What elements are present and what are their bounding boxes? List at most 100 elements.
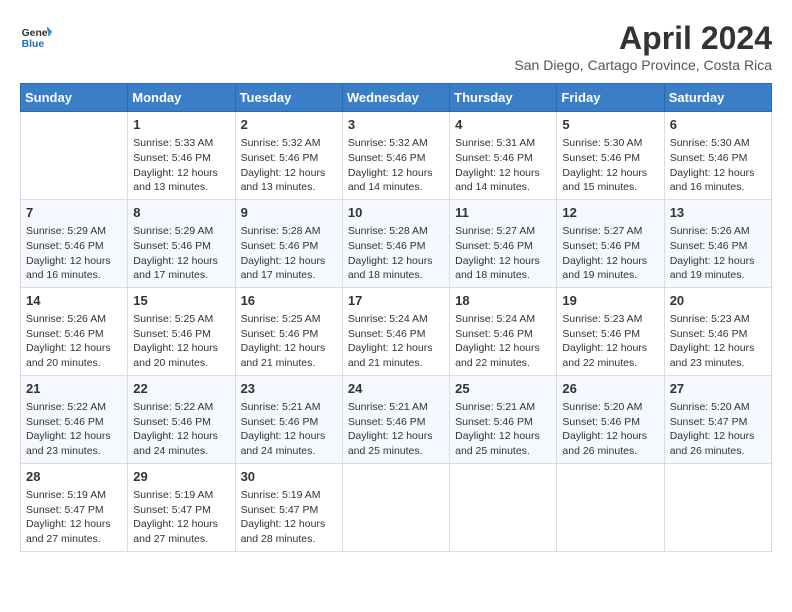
day-number: 27 <box>670 380 766 398</box>
day-number: 24 <box>348 380 444 398</box>
calendar-title: April 2024 <box>514 20 772 57</box>
day-info: Sunrise: 5:30 AMSunset: 5:46 PMDaylight:… <box>670 136 766 195</box>
title-area: April 2024 San Diego, Cartago Province, … <box>514 20 772 73</box>
calendar-cell: 1 Sunrise: 5:33 AMSunset: 5:46 PMDaylight… <box>128 112 235 200</box>
calendar-cell: 17 Sunrise: 5:24 AMSunset: 5:46 PMDayligh… <box>342 287 449 375</box>
calendar-cell: 3Sunrise: 5:32 AMSunset: 5:46 PMDaylight… <box>342 112 449 200</box>
day-info: Sunrise: 5:19 AMSunset: 5:47 PMDaylight:… <box>241 488 337 547</box>
calendar-cell: 6 Sunrise: 5:30 AMSunset: 5:46 PMDaylight… <box>664 112 771 200</box>
weekday-header-tuesday: Tuesday <box>235 84 342 112</box>
calendar-cell: 10Sunrise: 5:28 AMSunset: 5:46 PMDayligh… <box>342 199 449 287</box>
day-number: 30 <box>241 468 337 486</box>
day-info: Sunrise: 5:32 AMSunset: 5:46 PMDaylight:… <box>241 136 337 195</box>
calendar-cell: 8 Sunrise: 5:29 AMSunset: 5:46 PMDaylight… <box>128 199 235 287</box>
day-number: 10 <box>348 204 444 222</box>
day-info: Sunrise: 5:22 AMSunset: 5:46 PMDaylight:… <box>133 400 229 459</box>
day-number: 6 <box>670 116 766 134</box>
day-info: Sunrise: 5:28 AMSunset: 5:46 PMDaylight:… <box>241 224 337 283</box>
calendar-cell: 20 Sunrise: 5:23 AMSunset: 5:46 PMDayligh… <box>664 287 771 375</box>
day-number: 16 <box>241 292 337 310</box>
weekday-header-monday: Monday <box>128 84 235 112</box>
calendar-cell: 23 Sunrise: 5:21 AMSunset: 5:46 PMDayligh… <box>235 375 342 463</box>
calendar-cell: 26Sunrise: 5:20 AMSunset: 5:46 PMDayligh… <box>557 375 664 463</box>
day-info: Sunrise: 5:22 AMSunset: 5:46 PMDaylight:… <box>26 400 122 459</box>
calendar-week-row: 21Sunrise: 5:22 AMSunset: 5:46 PMDayligh… <box>21 375 772 463</box>
day-info: Sunrise: 5:27 AMSunset: 5:46 PMDaylight:… <box>455 224 551 283</box>
calendar-cell: 21Sunrise: 5:22 AMSunset: 5:46 PMDayligh… <box>21 375 128 463</box>
day-info: Sunrise: 5:21 AMSunset: 5:46 PMDaylight:… <box>348 400 444 459</box>
calendar-table: SundayMondayTuesdayWednesdayThursdayFrid… <box>20 83 772 552</box>
day-number: 17 <box>348 292 444 310</box>
calendar-cell: 29 Sunrise: 5:19 AMSunset: 5:47 PMDayligh… <box>128 463 235 551</box>
day-info: Sunrise: 5:31 AMSunset: 5:46 PMDaylight:… <box>455 136 551 195</box>
day-number: 8 <box>133 204 229 222</box>
day-number: 14 <box>26 292 122 310</box>
calendar-cell: 4 Sunrise: 5:31 AMSunset: 5:46 PMDaylight… <box>450 112 557 200</box>
day-number: 3 <box>348 116 444 134</box>
calendar-week-row: 7 Sunrise: 5:29 AMSunset: 5:46 PMDaylight… <box>21 199 772 287</box>
day-info: Sunrise: 5:19 AMSunset: 5:47 PMDaylight:… <box>26 488 122 547</box>
day-info: Sunrise: 5:26 AMSunset: 5:46 PMDaylight:… <box>26 312 122 371</box>
day-number: 23 <box>241 380 337 398</box>
day-info: Sunrise: 5:20 AMSunset: 5:46 PMDaylight:… <box>562 400 658 459</box>
day-number: 11 <box>455 204 551 222</box>
calendar-cell: 30 Sunrise: 5:19 AMSunset: 5:47 PMDayligh… <box>235 463 342 551</box>
day-info: Sunrise: 5:33 AMSunset: 5:46 PMDaylight:… <box>133 136 229 195</box>
calendar-subtitle: San Diego, Cartago Province, Costa Rica <box>514 57 772 73</box>
weekday-header-thursday: Thursday <box>450 84 557 112</box>
calendar-cell: 24 Sunrise: 5:21 AMSunset: 5:46 PMDayligh… <box>342 375 449 463</box>
day-number: 29 <box>133 468 229 486</box>
day-number: 13 <box>670 204 766 222</box>
day-info: Sunrise: 5:26 AMSunset: 5:46 PMDaylight:… <box>670 224 766 283</box>
calendar-cell: 5 Sunrise: 5:30 AMSunset: 5:46 PMDaylight… <box>557 112 664 200</box>
day-number: 4 <box>455 116 551 134</box>
day-info: Sunrise: 5:25 AMSunset: 5:46 PMDaylight:… <box>133 312 229 371</box>
day-number: 28 <box>26 468 122 486</box>
day-number: 15 <box>133 292 229 310</box>
day-number: 18 <box>455 292 551 310</box>
day-number: 5 <box>562 116 658 134</box>
day-info: Sunrise: 5:25 AMSunset: 5:46 PMDaylight:… <box>241 312 337 371</box>
weekday-header-saturday: Saturday <box>664 84 771 112</box>
day-number: 1 <box>133 116 229 134</box>
day-info: Sunrise: 5:21 AMSunset: 5:46 PMDaylight:… <box>455 400 551 459</box>
day-info: Sunrise: 5:29 AMSunset: 5:46 PMDaylight:… <box>133 224 229 283</box>
day-info: Sunrise: 5:27 AMSunset: 5:46 PMDaylight:… <box>562 224 658 283</box>
day-number: 2 <box>241 116 337 134</box>
calendar-cell <box>21 112 128 200</box>
calendar-cell: 28 Sunrise: 5:19 AMSunset: 5:47 PMDayligh… <box>21 463 128 551</box>
logo: General Blue <box>20 20 52 52</box>
calendar-cell: 25 Sunrise: 5:21 AMSunset: 5:46 PMDayligh… <box>450 375 557 463</box>
day-number: 7 <box>26 204 122 222</box>
weekday-header-friday: Friday <box>557 84 664 112</box>
day-info: Sunrise: 5:19 AMSunset: 5:47 PMDaylight:… <box>133 488 229 547</box>
day-number: 25 <box>455 380 551 398</box>
day-info: Sunrise: 5:24 AMSunset: 5:46 PMDaylight:… <box>348 312 444 371</box>
day-number: 19 <box>562 292 658 310</box>
day-info: Sunrise: 5:20 AMSunset: 5:47 PMDaylight:… <box>670 400 766 459</box>
calendar-cell <box>450 463 557 551</box>
calendar-cell: 2 Sunrise: 5:32 AMSunset: 5:46 PMDaylight… <box>235 112 342 200</box>
calendar-cell <box>342 463 449 551</box>
day-info: Sunrise: 5:23 AMSunset: 5:46 PMDaylight:… <box>562 312 658 371</box>
weekday-header-wednesday: Wednesday <box>342 84 449 112</box>
logo-icon: General Blue <box>20 20 52 52</box>
calendar-week-row: 14 Sunrise: 5:26 AMSunset: 5:46 PMDayligh… <box>21 287 772 375</box>
day-info: Sunrise: 5:30 AMSunset: 5:46 PMDaylight:… <box>562 136 658 195</box>
calendar-cell: 16 Sunrise: 5:25 AMSunset: 5:46 PMDayligh… <box>235 287 342 375</box>
calendar-week-row: 28 Sunrise: 5:19 AMSunset: 5:47 PMDayligh… <box>21 463 772 551</box>
header: General Blue April 2024 San Diego, Carta… <box>20 20 772 73</box>
day-number: 20 <box>670 292 766 310</box>
day-number: 9 <box>241 204 337 222</box>
day-number: 22 <box>133 380 229 398</box>
calendar-cell: 19 Sunrise: 5:23 AMSunset: 5:46 PMDayligh… <box>557 287 664 375</box>
calendar-cell: 12 Sunrise: 5:27 AMSunset: 5:46 PMDayligh… <box>557 199 664 287</box>
calendar-cell: 9 Sunrise: 5:28 AMSunset: 5:46 PMDaylight… <box>235 199 342 287</box>
day-info: Sunrise: 5:29 AMSunset: 5:46 PMDaylight:… <box>26 224 122 283</box>
day-info: Sunrise: 5:23 AMSunset: 5:46 PMDaylight:… <box>670 312 766 371</box>
day-info: Sunrise: 5:21 AMSunset: 5:46 PMDaylight:… <box>241 400 337 459</box>
calendar-cell: 27 Sunrise: 5:20 AMSunset: 5:47 PMDayligh… <box>664 375 771 463</box>
day-info: Sunrise: 5:24 AMSunset: 5:46 PMDaylight:… <box>455 312 551 371</box>
day-number: 12 <box>562 204 658 222</box>
weekday-header-row: SundayMondayTuesdayWednesdayThursdayFrid… <box>21 84 772 112</box>
